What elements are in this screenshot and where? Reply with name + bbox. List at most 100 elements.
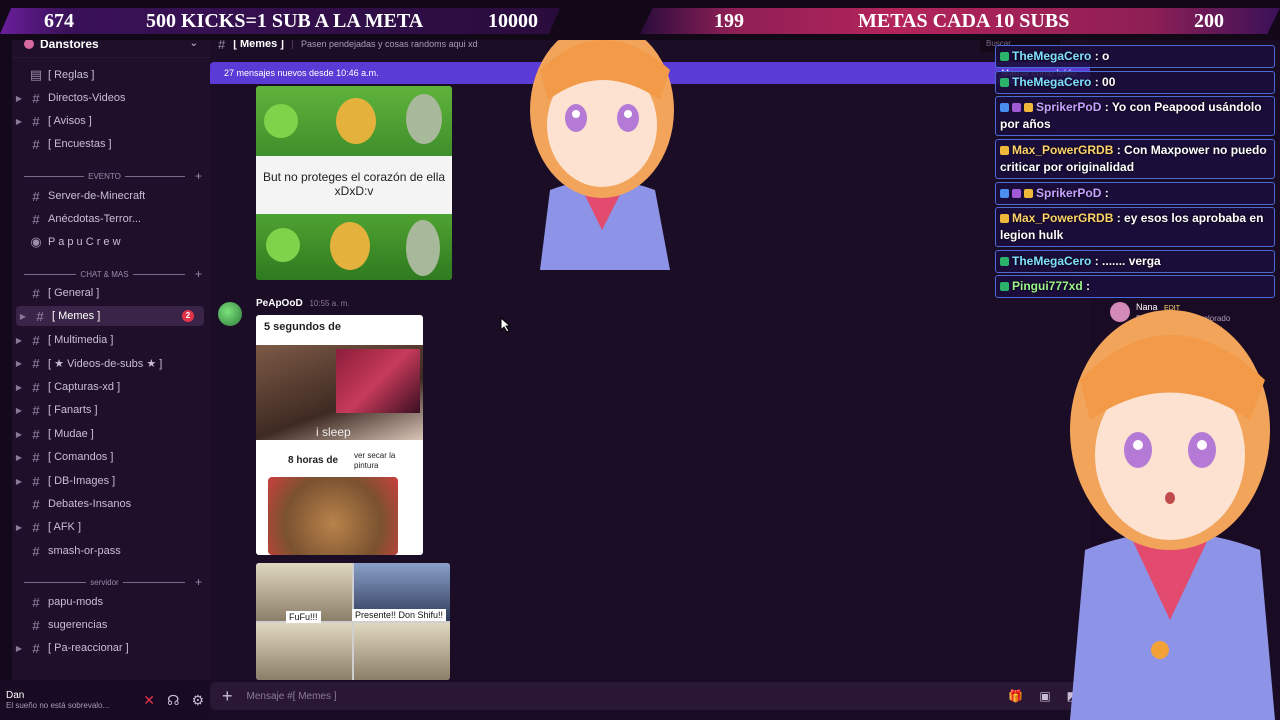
gear-icon[interactable]: ⚙ [191,692,204,709]
channel-label: smash-or-pass [48,545,121,557]
message-composer[interactable]: + Mensaje #[ Memes ] 🎁 ▣ ◩ [210,682,1090,710]
channel-minecraft[interactable]: # Server-de-Minecraft [12,186,210,206]
channel-mudae[interactable]: ▶ # [ Mudae ] [12,424,210,444]
wallnut-shape [330,222,370,270]
channel-pa-reaccionar[interactable]: ▶ # [ Pa-reaccionar ] [12,638,210,658]
goal-left-target: 10000 [488,9,538,32]
stream-chat-message: TheMegaCero : 00 [995,71,1275,94]
hash-icon: # [32,473,40,489]
message-author[interactable]: PeApOoD [256,298,303,309]
expand-arrow-icon: ▶ [15,476,23,486]
channel-reglas[interactable]: ▤ [ Reglas ] [12,65,210,85]
add-channel-icon[interactable]: + [195,575,202,589]
channel-debates[interactable]: # Debates-Insanos [12,494,210,514]
meme-title: 5 segundos de [264,321,342,333]
character-shape [406,220,440,276]
add-channel-icon[interactable]: + [195,169,202,183]
server-rail [0,40,12,680]
meme-hours-text: 8 horas de [288,455,339,466]
channel-avisos[interactable]: ▶ # [ Avisos ] [12,111,210,131]
user-status: El sueño no está sobrevalo... [6,701,110,710]
channel-anecdotas[interactable]: # Anécdotas-Terror... [12,209,210,229]
chat-badge-icon [1000,257,1009,267]
peashooter-shape [264,104,298,138]
headphones-icon[interactable]: ☊ [167,692,179,709]
category-servidor[interactable]: servidor + [24,575,202,589]
user-name: Dan [6,690,25,701]
user-info[interactable]: Dan El sueño no está sobrevalo... [6,690,109,710]
chat-username: SprikerPoD [1036,186,1102,200]
channel-smash-or-pass[interactable]: # smash-or-pass [12,541,210,561]
channel-label: [ Multimedia ] [48,334,114,346]
gif-icon[interactable]: ▣ [1039,689,1050,703]
channel-capturas[interactable]: ▶ # [ Capturas-xd ] [12,377,210,397]
avatar-eye-glint [1197,440,1207,450]
stream-chat-message: SprikerPoD : [995,182,1275,205]
category-divider [24,175,85,177]
channel-memes[interactable]: ▶ # [ Memes ] 2 [16,306,204,326]
category-label: CHAT & MAS [80,269,129,279]
channel-sugerencias[interactable]: # sugerencias [12,615,210,635]
stream-chat-message: Max_PowerGRDB : ey esos los aprobaba en … [995,207,1275,247]
add-channel-icon[interactable]: + [195,267,202,281]
goal-left-text: 500 KICKS=1 SUB A LA META [146,9,424,32]
channel-multimedia[interactable]: ▶ # [ Multimedia ] [12,330,210,350]
add-attachment-icon[interactable]: + [222,686,233,707]
chat-badge-icon [1000,214,1009,224]
channel-label: Server-de-Minecraft [48,190,146,202]
hash-icon: # [32,543,40,559]
avatar[interactable] [218,302,242,326]
chat-badge-icon [1000,52,1009,62]
hash-icon: # [32,379,40,395]
hash-icon: # [32,519,40,535]
channel-label: [ Fanarts ] [48,404,98,416]
meme-cat-photo [268,477,398,555]
category-evento[interactable]: EVENTO + [24,169,202,183]
chat-badge-icon [1024,189,1033,199]
channel-papu-mods[interactable]: # papu-mods [12,592,210,612]
channel-db-images[interactable]: ▶ # [ DB-Images ] [12,471,210,491]
channel-fanarts[interactable]: ▶ # [ Fanarts ] [12,400,210,420]
channel-general[interactable]: # [ General ] [12,283,210,303]
channel-encuestas[interactable]: # [ Encuestas ] [12,134,210,154]
channel-directos[interactable]: ▶ # Directos-Videos [12,88,210,108]
channel-label: [ Memes ] [52,310,101,322]
avatar-button [1151,641,1169,659]
meme-image-peashooter[interactable]: But no proteges el corazón de ella xDxD:… [256,86,452,280]
hash-icon: # [32,426,40,442]
meme-panel [354,623,450,680]
channel-topic[interactable]: Pasen pendejadas y cosas randoms aqui xd [291,39,478,49]
message-header: PeApOoD 10:55 a. m. [256,298,349,309]
chat-badge-icon [1012,189,1021,199]
channel-afk[interactable]: ▶ # [ AFK ] [12,517,210,537]
expand-arrow-icon: ▶ [15,116,23,126]
channel-label: [ Pa-reaccionar ] [48,642,129,654]
channel-label: [ AFK ] [48,521,82,533]
channel-label: Anécdotas-Terror... [48,213,141,225]
channel-videos-de-subs[interactable]: ▶ # [ ★ Videos-de-subs ★ ] [12,353,210,373]
meme-image-anime[interactable]: FuFu!!! Presente!! Don Shifu!! [256,563,450,680]
chat-badge-icon [1000,146,1009,156]
meme-caption: But no proteges el corazón de ella xDxD:… [256,156,452,214]
expand-arrow-icon: ▶ [15,522,23,532]
channel-sidebar: Danstores ⌄ ▤ [ Reglas ] ▶ # Directos-Vi… [12,30,210,680]
mic-muted-icon[interactable]: ✕ [143,692,155,709]
goal-left-segment: 674 500 KICKS=1 SUB A LA META 10000 [0,8,560,34]
category-divider [24,273,77,275]
rules-icon: ▤ [29,67,43,82]
channel-label: [ Avisos ] [48,115,92,127]
channel-comandos[interactable]: ▶ # [ Comandos ] [12,447,210,467]
hash-icon: # [32,496,40,512]
meme-image-sleep[interactable]: 5 segundos de i sleep 8 horas de ver sec… [256,315,423,555]
category-chat[interactable]: CHAT & MAS + [24,267,202,281]
expand-arrow-icon: ▶ [15,93,23,103]
chat-username: SprikerPoD [1036,100,1102,114]
chat-text: : ....... verga [1094,254,1161,268]
server-icon [24,38,34,49]
chat-username: TheMegaCero [1012,49,1092,63]
chat-username: Pingui777xd [1012,279,1083,293]
channel-papu-crew[interactable]: ◉ P a p u C r e w [12,232,210,252]
gift-icon[interactable]: 🎁 [1008,689,1023,703]
channel-label: sugerencias [48,619,108,631]
expand-arrow-icon: ▶ [15,429,23,439]
